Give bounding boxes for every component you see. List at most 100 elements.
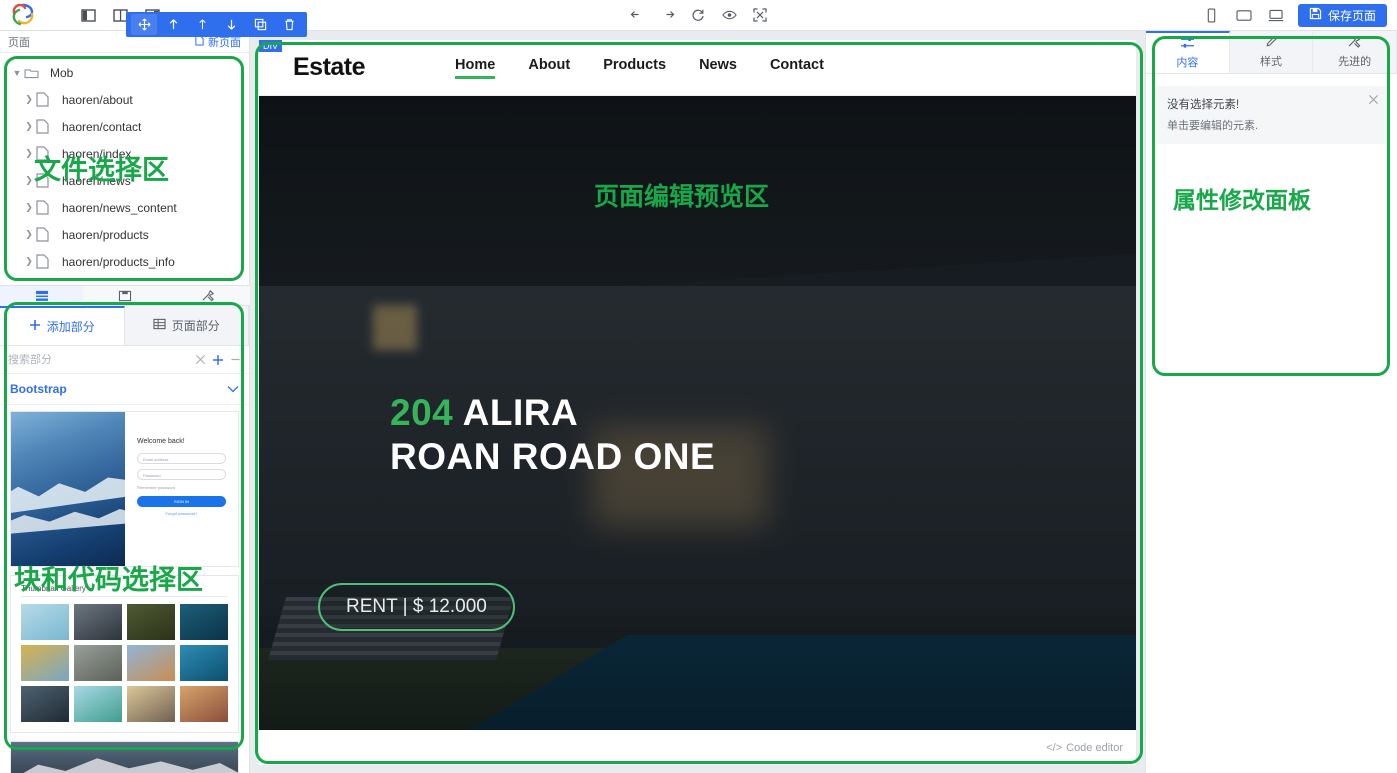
gallery-cell <box>127 686 175 722</box>
block-thumbnail-login[interactable]: Welcome back! Email address Password Rem… <box>10 411 239 567</box>
preview-eye-icon[interactable] <box>721 5 738 25</box>
tree-item-contact[interactable]: ❯ haoren/contact <box>0 113 249 140</box>
close-icon[interactable] <box>1368 94 1379 108</box>
tree-root-mob[interactable]: ▼ Mob <box>0 59 249 86</box>
hero-heading[interactable]: 204 ALIRA ROAN ROAD ONE <box>390 391 715 478</box>
app-logo[interactable] <box>0 3 46 27</box>
tablet-icon[interactable] <box>1234 5 1254 25</box>
chevron-right-icon[interactable]: ❯ <box>22 256 36 267</box>
canvas-area: DIV Estate Home About Products News Cont… <box>250 31 1145 773</box>
redo-icon[interactable] <box>659 5 676 25</box>
left-panel-icon-tabs <box>0 285 250 306</box>
app-root: 保存页面 页面 新页面 ▼ Mob ❯ haoren/about ❯ haore… <box>0 0 1397 773</box>
hero-line-1-rest: ALIRA <box>453 392 579 433</box>
select-parent-icon[interactable] <box>189 14 215 35</box>
save-page-button[interactable]: 保存页面 <box>1297 3 1387 27</box>
arrow-down-icon[interactable] <box>218 14 244 35</box>
gallery-divider <box>21 596 228 597</box>
gallery-cell <box>180 686 228 722</box>
gallery-cell <box>180 645 228 681</box>
page-tree: ▼ Mob ❯ haoren/about ❯ haoren/contact ❯ … <box>0 53 249 281</box>
rent-cta-button[interactable]: RENT | $ 12.000 <box>318 583 515 631</box>
tree-item-label: haoren/news <box>62 173 131 188</box>
site-nav: Home About Products News Contact <box>455 57 824 79</box>
login-block-forgot-link: Forgot password? <box>165 511 198 516</box>
desktop-icon[interactable] <box>1266 5 1286 25</box>
save-page-label: 保存页面 <box>1327 8 1376 23</box>
nav-link-home[interactable]: Home <box>455 57 496 79</box>
blocks-tab[interactable] <box>0 285 84 306</box>
tree-item-news-content[interactable]: ❯ haoren/news_content <box>0 194 249 221</box>
tree-item-products[interactable]: ❯ haoren/products <box>0 221 249 248</box>
blocks-tab-bar: 添加部分 页面部分 <box>0 306 249 346</box>
chevron-down-icon[interactable] <box>227 382 239 396</box>
settings-tab[interactable] <box>167 286 250 306</box>
arrow-up-icon[interactable] <box>160 14 186 35</box>
code-editor-label: Code editor <box>1066 741 1123 754</box>
fullscreen-icon[interactable] <box>752 5 769 25</box>
blocks-panel: 添加部分 页面部分 Bootstrap <box>0 306 250 773</box>
device-and-save-group: 保存页面 <box>1202 3 1397 27</box>
nav-link-contact[interactable]: Contact <box>770 57 824 79</box>
tab-page-sections[interactable]: 页面部分 <box>124 306 249 345</box>
code-editor-button[interactable]: </> Code editor <box>1046 742 1123 754</box>
delete-icon[interactable] <box>276 14 302 35</box>
gallery-cell <box>21 686 69 722</box>
tools-icon <box>1347 35 1362 51</box>
add-block-icon[interactable] <box>212 354 224 366</box>
alert-title: 没有选择元素! <box>1167 99 1240 111</box>
refresh-icon[interactable] <box>690 5 707 25</box>
chevron-down-icon[interactable]: ▼ <box>10 68 24 78</box>
mobile-icon[interactable] <box>1202 5 1222 25</box>
category-bootstrap[interactable]: Bootstrap <box>0 374 249 405</box>
tab-style[interactable]: 样式 <box>1229 31 1314 73</box>
tree-item-label: haoren/about <box>62 92 133 107</box>
left-panel-toggle-icon[interactable] <box>78 5 98 25</box>
block-thumbnail-gallery[interactable]: Thumbnail Gallery <box>10 575 239 733</box>
brush-icon <box>1264 35 1278 51</box>
site-brand: Estate <box>293 53 366 81</box>
chevron-right-icon[interactable]: ❯ <box>22 148 36 159</box>
file-icon <box>36 173 58 188</box>
copy-icon[interactable] <box>247 14 273 35</box>
gallery-cell <box>74 645 122 681</box>
tab-style-label: 样式 <box>1260 56 1282 68</box>
pages-panel: 页面 新页面 ▼ Mob ❯ haoren/about ❯ haoren/con… <box>0 31 250 286</box>
search-input[interactable] <box>8 353 189 366</box>
chevron-right-icon[interactable]: ❯ <box>22 94 36 105</box>
tree-item-news[interactable]: ❯ haoren/news <box>0 167 249 194</box>
chevron-right-icon[interactable]: ❯ <box>22 121 36 132</box>
login-block-form: Welcome back! Email address Password Rem… <box>125 412 238 566</box>
tab-advanced[interactable]: 先进的 <box>1313 31 1397 73</box>
tab-content[interactable]: 内容 <box>1146 31 1230 73</box>
file-icon <box>36 254 58 269</box>
file-icon <box>36 227 58 242</box>
clear-search-icon[interactable] <box>195 354 206 365</box>
undo-icon[interactable] <box>629 5 646 25</box>
tree-item-products-info[interactable]: ❯ haoren/products_info <box>0 248 249 275</box>
file-icon <box>36 146 58 161</box>
nav-link-news[interactable]: News <box>699 57 737 79</box>
block-thumbnail-mountain[interactable] <box>10 741 239 773</box>
plus-icon <box>29 319 41 334</box>
hero-number: 204 <box>390 392 454 433</box>
move-icon[interactable] <box>131 14 157 35</box>
canvas-footer: </> Code editor <box>259 730 1136 765</box>
tree-item-index[interactable]: ❯ haoren/index <box>0 140 249 167</box>
top-toolbar: 保存页面 <box>0 0 1397 37</box>
gallery-cell <box>74 604 122 640</box>
hero-section[interactable]: 204 ALIRA ROAN ROAD ONE RENT | $ 12.000 <box>259 96 1136 730</box>
selected-element-badge: DIV <box>259 40 283 52</box>
chevron-right-icon[interactable]: ❯ <box>22 202 36 213</box>
tree-item-about[interactable]: ❯ haoren/about <box>0 86 249 113</box>
nav-link-products[interactable]: Products <box>603 57 666 79</box>
chevron-right-icon[interactable]: ❯ <box>22 175 36 186</box>
collapse-icon[interactable] <box>230 354 241 365</box>
file-icon <box>36 119 58 134</box>
tab-add-section[interactable]: 添加部分 <box>0 306 125 345</box>
nav-link-about[interactable]: About <box>528 57 570 79</box>
templates-tab[interactable] <box>83 286 166 306</box>
page-preview-frame[interactable]: DIV Estate Home About Products News Cont… <box>259 40 1136 765</box>
category-label: Bootstrap <box>10 382 67 396</box>
chevron-right-icon[interactable]: ❯ <box>22 229 36 240</box>
